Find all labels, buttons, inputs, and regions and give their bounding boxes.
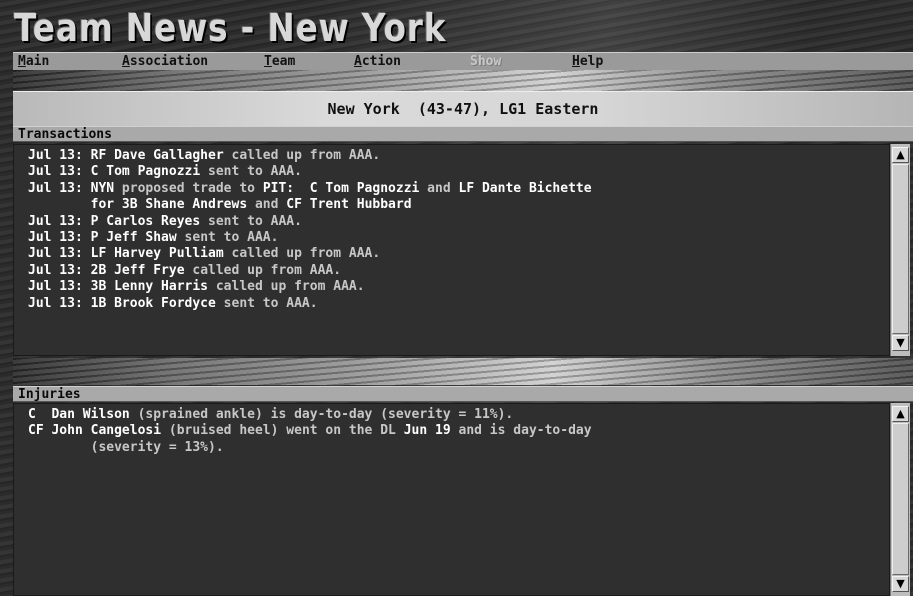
- scroll-down-arrow-icon[interactable]: ▼: [892, 576, 909, 592]
- highlighted-text: Jul 13: P Carlos Reyes: [28, 213, 201, 229]
- highlighted-text: Jul 13: RF Dave Gallagher: [28, 148, 224, 163]
- detail-text: sent to AAA.: [200, 213, 302, 229]
- team-record-header: New York (43-47), LG1 Eastern: [13, 91, 913, 127]
- menu-label-rest: ain: [25, 54, 50, 69]
- scroll-thumb[interactable]: [892, 423, 909, 575]
- highlighted-text: Jul 13: 3B Lenny Harris: [28, 279, 209, 295]
- menu-main[interactable]: Main: [18, 53, 49, 70]
- detail-text: sent to AAA.: [200, 164, 302, 180]
- highlighted-text: Jun 19: [403, 423, 451, 439]
- detail-text: called up from AAA.: [223, 246, 381, 262]
- transaction-row: Jul 13: 1B Brook Fordyce sent to AAA.: [28, 296, 889, 312]
- transaction-row: Jul 13: 2B Jeff Frye called up from AAA.: [28, 263, 889, 279]
- menu-accelerator-letter: A: [354, 54, 362, 69]
- injuries-scrollbar[interactable]: ▲ ▼: [890, 403, 910, 596]
- highlighted-text: CF Trent Hubbard: [286, 197, 412, 213]
- transaction-row: Jul 13: P Jeff Shaw sent to AAA.: [28, 230, 889, 246]
- injuries-list[interactable]: C Dan Wilson (sprained ankle) is day-to-…: [13, 403, 890, 596]
- detail-text: (bruised heel) went on the DL: [161, 423, 404, 439]
- detail-text: and: [247, 197, 287, 213]
- highlighted-text: CF John Cangelosi: [28, 423, 162, 439]
- transaction-row: Jul 13: C Tom Pagnozzi sent to AAA.: [28, 164, 889, 180]
- detail-text: called up from AAA.: [208, 279, 365, 295]
- scroll-thumb[interactable]: [892, 164, 909, 334]
- detail-text: and: [419, 180, 459, 196]
- photo-strip-top: [13, 70, 913, 91]
- scroll-up-arrow-icon[interactable]: ▲: [892, 147, 909, 163]
- transaction-row: Jul 13: RF Dave Gallagher called up from…: [28, 148, 889, 164]
- menu-accelerator-letter: A: [122, 54, 130, 69]
- menu-label-rest: elp: [579, 54, 604, 69]
- transaction-row: Jul 13: LF Harvey Pulliam called up from…: [28, 246, 889, 262]
- photo-strip-middle: [13, 358, 913, 385]
- menu-accelerator-letter: M: [18, 54, 26, 69]
- menu-action[interactable]: Action: [354, 53, 401, 70]
- menu-accelerator-letter: H: [572, 54, 580, 69]
- injury-row: (severity = 13%).: [28, 440, 889, 456]
- injury-row: CF John Cangelosi (bruised heel) went on…: [28, 423, 889, 439]
- transactions-label: Transactions: [13, 126, 913, 142]
- transaction-row: for 3B Shane Andrews and CF Trent Hubbar…: [28, 197, 889, 213]
- transaction-row: Jul 13: NYN proposed trade to PIT: C Tom…: [28, 181, 889, 197]
- transactions-list[interactable]: Jul 13: RF Dave Gallagher called up from…: [13, 144, 890, 356]
- highlighted-text: C Dan Wilson: [28, 407, 130, 422]
- highlighted-text: Jul 13: 2B Jeff Frye: [28, 262, 185, 278]
- menu-label-rest: ssociation: [129, 54, 209, 69]
- highlighted-text: Jul 13: P Jeff Shaw: [28, 230, 177, 246]
- menu-bar: Main Association Team Action Show Help: [13, 52, 913, 71]
- highlighted-text: LF Dante Bichette: [458, 180, 592, 196]
- menu-association[interactable]: Association: [122, 53, 208, 70]
- scroll-up-arrow-icon[interactable]: ▲: [892, 406, 909, 422]
- highlighted-text: Jul 13: C Tom Pagnozzi: [28, 164, 201, 180]
- menu-label-rest: ction: [361, 54, 401, 69]
- highlighted-text: Jul 13: 1B Brook Fordyce: [28, 295, 216, 311]
- detail-text: proposed trade to: [114, 180, 263, 196]
- injury-row: C Dan Wilson (sprained ankle) is day-to-…: [28, 407, 889, 423]
- detail-text: sent to AAA.: [215, 295, 318, 311]
- highlighted-text: Jul 13: NYN: [28, 180, 115, 196]
- detail-text: (sprained ankle) is day-to-day (severity…: [129, 407, 514, 422]
- highlighted-text: Jul 13: LF Harvey Pulliam: [28, 246, 224, 262]
- detail-text: and is day-to-day: [450, 423, 592, 439]
- detail-text: sent to AAA.: [176, 230, 279, 246]
- transactions-scrollbar[interactable]: ▲ ▼: [890, 144, 910, 356]
- highlighted-text: for 3B Shane Andrews: [28, 197, 248, 213]
- menu-label-rest: eam: [271, 54, 296, 69]
- highlighted-text: PIT: C Tom Pagnozzi: [262, 180, 420, 196]
- transaction-row: Jul 13: P Carlos Reyes sent to AAA.: [28, 214, 889, 230]
- detail-text: called up from AAA.: [184, 262, 342, 278]
- scroll-down-arrow-icon[interactable]: ▼: [892, 335, 909, 351]
- menu-show: Show: [470, 54, 502, 69]
- detail-text: called up from AAA.: [223, 148, 381, 163]
- menu-team[interactable]: Team: [264, 53, 295, 70]
- menu-accelerator-letter: T: [264, 54, 272, 69]
- detail-text: (severity = 13%).: [28, 439, 224, 455]
- menu-help[interactable]: Help: [572, 53, 603, 70]
- injuries-label: Injuries: [13, 386, 913, 402]
- window-title: Team News - New York: [14, 6, 447, 50]
- transaction-row: Jul 13: 3B Lenny Harris called up from A…: [28, 279, 889, 295]
